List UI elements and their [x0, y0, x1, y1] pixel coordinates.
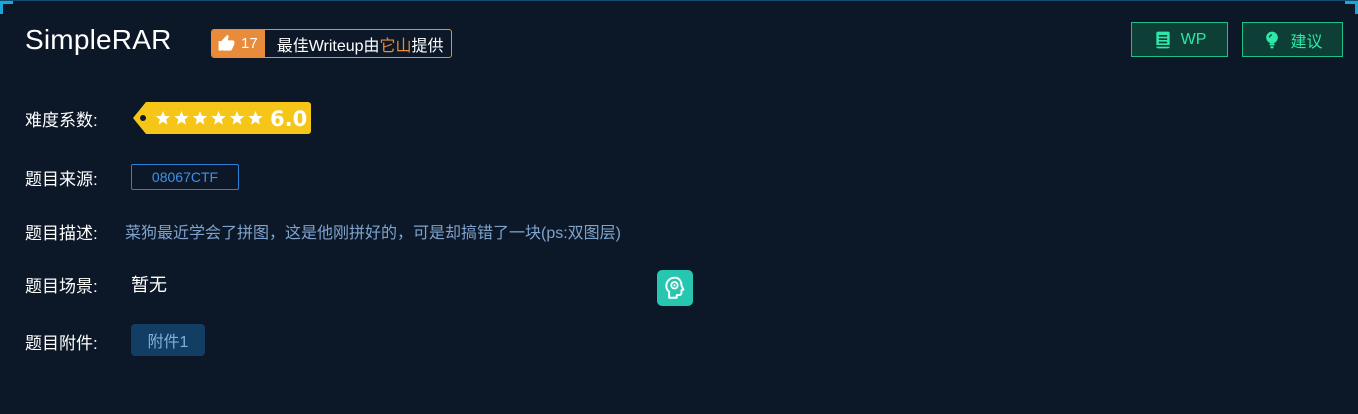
scene-row: 题目场景:: [25, 271, 98, 297]
description-row: 题目描述:: [25, 218, 98, 244]
challenge-title: SimpleRAR: [25, 24, 172, 55]
writeup-author[interactable]: 它山: [380, 32, 412, 56]
suggest-button-label: 建议: [1290, 33, 1323, 51]
writeup-credit: 最佳Writeup由 它山 提供: [265, 30, 451, 57]
difficulty-label: 难度系数:: [25, 110, 98, 130]
document-icon: [1155, 31, 1170, 48]
suggest-button[interactable]: 建议: [1242, 22, 1343, 57]
corner-decoration-top-right: [1345, 1, 1358, 14]
attachment-label: 题目附件:: [25, 333, 98, 353]
difficulty-rating-tag: 6.0: [133, 102, 311, 134]
thumbs-up-icon: [218, 34, 235, 51]
wp-button[interactable]: WP: [1131, 22, 1228, 57]
best-writeup-badge[interactable]: 17 最佳Writeup由 它山 提供: [211, 29, 452, 58]
corner-decoration-top-left: [0, 1, 13, 14]
scene-value: 暂无: [131, 275, 167, 295]
source-label: 题目来源:: [25, 169, 98, 189]
writeup-credit-suffix: 提供: [411, 37, 444, 55]
source-row: 题目来源:: [25, 163, 98, 191]
wp-button-label: WP: [1180, 30, 1207, 48]
attachment-button[interactable]: 附件1: [131, 324, 205, 356]
source-tag[interactable]: 08067CTF: [131, 164, 239, 190]
description-label: 题目描述:: [25, 223, 98, 243]
lightbulb-icon: [1266, 31, 1279, 48]
like-count: 17: [241, 35, 258, 52]
attachment-row: 题目附件:: [25, 327, 98, 355]
difficulty-value: 6.0: [270, 107, 307, 131]
scene-label: 题目场景:: [25, 276, 98, 296]
description-text: 菜狗最近学会了拼图，这是他刚拼好的，可是却搞错了一块(ps:双图层): [125, 225, 622, 242]
scene-launch-button[interactable]: [657, 270, 693, 306]
like-count-box: 17: [212, 30, 265, 57]
head-gear-icon: [665, 276, 685, 299]
writeup-credit-prefix: 最佳Writeup由: [276, 37, 380, 55]
difficulty-row: 难度系数:: [25, 100, 98, 136]
